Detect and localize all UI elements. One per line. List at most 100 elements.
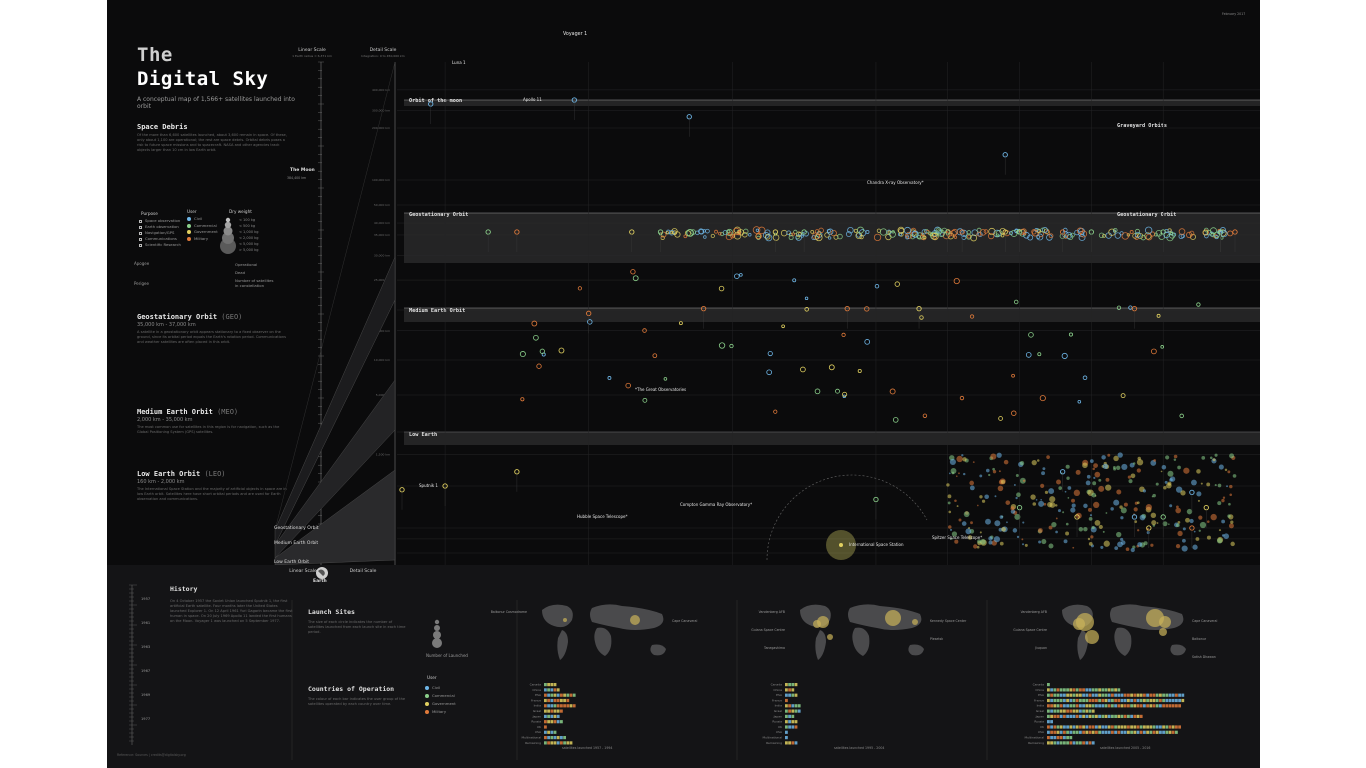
leo-satellite-mark	[1015, 473, 1019, 478]
meo-satellite-mark	[652, 353, 658, 359]
country-bar-segment	[1165, 698, 1169, 703]
country-bar-segment	[1178, 704, 1181, 708]
country-bar-segment	[1088, 704, 1092, 708]
leo-satellite-mark	[1066, 476, 1070, 480]
country-bar-segment	[785, 720, 788, 724]
country-bar-segment	[794, 741, 798, 745]
country-bar-segment	[1066, 730, 1069, 734]
country-label: USA	[776, 730, 783, 734]
orbit-band-label: Orbit of the moon	[409, 98, 462, 104]
country-bar-segment	[1146, 698, 1149, 703]
leo-satellite-mark	[1087, 537, 1091, 541]
country-bar-segment	[1111, 714, 1114, 718]
country-bar-segment	[788, 704, 791, 708]
country-bar-segment	[1059, 714, 1063, 718]
country-bar-segment	[1178, 698, 1181, 703]
orbit-band-label: Geostationary Orbit	[409, 212, 468, 218]
leo-satellite-mark	[973, 544, 978, 549]
leo-satellite-mark	[1058, 486, 1063, 490]
leo-satellite-mark	[979, 474, 983, 478]
country-bar-segment	[553, 720, 557, 724]
meo-satellite-mark	[781, 324, 785, 329]
leo-satellite-mark	[1105, 512, 1108, 514]
country-bar-segment	[1053, 741, 1057, 745]
country-bar-segment	[1165, 704, 1169, 708]
country-bar-segment	[1056, 709, 1060, 713]
country-bar-segment	[1168, 704, 1172, 708]
leo-satellite-mark	[1152, 493, 1156, 498]
leo-satellite-mark	[988, 473, 991, 477]
leo-satellite-mark	[963, 511, 970, 518]
country-bar-segment	[550, 741, 554, 745]
country-bar-segment	[1149, 725, 1153, 729]
country-bar-segment	[1063, 709, 1066, 713]
meo-satellite-mark	[642, 328, 647, 333]
leo-satellite-mark	[1125, 547, 1130, 551]
country-bar-segment	[1053, 709, 1057, 713]
country-bar-segment	[785, 704, 788, 708]
country-bar-segment	[1063, 725, 1066, 729]
leo-satellite-mark	[1181, 545, 1188, 552]
leo-satellite-mark	[1136, 468, 1141, 473]
leo-satellite-mark	[1088, 517, 1093, 521]
leo-satellite-mark	[994, 520, 1001, 527]
country-bars-2: CanadaChinaESAFrance IndiaIsraelJapan Russ…	[763, 683, 801, 745]
country-bar-segment	[1143, 698, 1146, 703]
leo-satellite-mark	[949, 528, 953, 531]
left-label-meo: Medium Earth Orbit	[274, 541, 319, 546]
country-bar-segment	[1155, 730, 1159, 734]
meo-satellite-mark	[520, 397, 525, 402]
country-bar-segment	[547, 720, 550, 724]
country-bar-segment	[1091, 725, 1095, 729]
leo-satellite-mark	[1227, 514, 1231, 518]
meo-satellite-mark	[1011, 373, 1015, 378]
country-bar-segment	[1059, 698, 1063, 703]
country-bar-segment	[1133, 725, 1137, 729]
country-bar-segment	[1095, 714, 1098, 718]
country-bar-segment	[1136, 714, 1140, 718]
leo-satellite-mark	[1155, 482, 1159, 486]
leo-satellite-mark	[1173, 458, 1177, 462]
country-bar-segment	[785, 730, 788, 734]
country-bar-segment	[1085, 704, 1089, 708]
country-label: Remaining	[1028, 741, 1044, 745]
country-bar-segment	[556, 693, 560, 697]
country-bar-segment	[1050, 725, 1053, 729]
map-label-3: Baikonur	[1192, 637, 1207, 641]
leo-satellite-mark	[1224, 468, 1228, 472]
launch-site-circle	[817, 616, 829, 628]
leo-satellite-mark	[1175, 523, 1180, 528]
meo-satellite-mark	[828, 364, 835, 371]
country-bar-segment	[1066, 704, 1069, 708]
country-bar-segment	[1047, 741, 1050, 745]
leo-satellite-mark	[1024, 543, 1028, 547]
country-bar-segment	[1155, 725, 1159, 729]
leo-satellite-mark	[1183, 467, 1190, 474]
country-bar-segment	[1056, 688, 1060, 692]
y-tick-label: 10,000 km	[374, 358, 390, 362]
country-bar-segment	[1082, 688, 1085, 692]
leo-satellite-mark	[1146, 531, 1150, 535]
country-label: India	[775, 704, 783, 708]
meo-satellite-mark	[889, 388, 896, 395]
meo-satellite-mark	[607, 376, 612, 380]
country-bar-segment	[569, 741, 573, 745]
meo-satellite-mark	[739, 273, 743, 277]
country-bar-segment	[1085, 714, 1089, 718]
country-bar-segment	[791, 688, 795, 692]
country-bar-segment	[553, 698, 557, 703]
bottom-user-title: User	[427, 675, 437, 680]
leo-satellite-mark	[1189, 518, 1194, 524]
country-bar-segment	[1133, 698, 1137, 703]
leo-satellite-mark	[1016, 492, 1021, 498]
leo-satellite-mark	[1197, 499, 1200, 502]
leo-satellite-mark	[1127, 475, 1132, 479]
country-bar-segment	[1088, 714, 1092, 718]
country-bar-segment	[1082, 741, 1085, 745]
country-bar-segment	[1127, 704, 1130, 708]
country-bar-segment	[1053, 704, 1057, 708]
leo-satellite-mark	[1102, 463, 1109, 470]
country-bar-segment	[788, 688, 791, 692]
leo-satellite-mark	[1056, 479, 1062, 485]
country-bar-segment	[544, 725, 547, 729]
